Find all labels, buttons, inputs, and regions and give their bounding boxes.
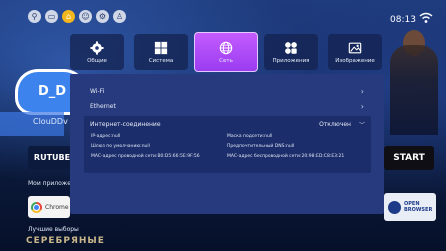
ip-address: IP-адрес:null: [91, 134, 121, 139]
tab-general-label: Общие: [87, 57, 107, 64]
clock: 08:13: [390, 15, 416, 25]
chevron-right-icon: ›: [360, 86, 364, 96]
internet-connection-status: Отключен: [319, 121, 351, 128]
poster-title: СЕРЕБРЯНЫЕ: [26, 236, 105, 246]
wifi-row[interactable]: Wi-Fi ›: [70, 84, 384, 98]
chevron-right-icon: ›: [360, 101, 364, 111]
tab-system[interactable]: Система: [134, 34, 188, 70]
wired-mac-address: MAC-адрес проводной сети:B0:D5:66:5E:9F:…: [91, 154, 200, 159]
chrome-label: Chrome: [45, 203, 69, 211]
cloud-logo-text: D_D: [38, 84, 67, 99]
background-person: [390, 45, 438, 135]
input-icon[interactable]: ▭: [45, 10, 58, 23]
tab-system-label: Система: [148, 57, 174, 64]
tab-apps[interactable]: Приложения: [264, 34, 318, 70]
windows-icon: [154, 41, 168, 54]
tab-image[interactable]: Изображение: [328, 34, 382, 70]
face-icon[interactable]: ☺: [79, 10, 92, 23]
search-icon[interactable]: ⚲: [28, 10, 41, 23]
open-browser-line2: BROWSER: [404, 207, 433, 213]
gear-icon: [90, 40, 104, 55]
ethernet-row[interactable]: Ethernet ›: [70, 99, 384, 113]
home-icon[interactable]: ⌂: [62, 10, 75, 23]
chrome-app-tile[interactable]: Chrome: [28, 196, 70, 218]
settings-icon[interactable]: ⚙: [96, 10, 109, 23]
tab-image-label: Изображение: [335, 57, 375, 64]
wifi-label: Wi-Fi: [90, 87, 105, 95]
cloud-banner-text: ClouDDv: [33, 117, 68, 126]
apps-icon: [285, 41, 297, 54]
chrome-icon: [31, 201, 42, 213]
subnet-mask: Маска подсети:null: [227, 134, 273, 139]
tab-network[interactable]: Сеть: [194, 32, 258, 72]
user-icon[interactable]: ♙: [113, 10, 126, 23]
open-browser-icon: [388, 200, 401, 214]
preferred-dns: Предпочтительный DNS:null: [227, 144, 295, 149]
status-icons: ⚲ ▭ ⌂ ☺ ⚙ ♙: [28, 10, 126, 23]
my-apps-heading: Мои приложен: [28, 180, 75, 187]
rutube-tile[interactable]: RUTUBE: [28, 146, 76, 170]
best-picks-heading: Лучшие выборы: [28, 226, 79, 233]
wireless-mac-address: MAC-адрес беспроводной сети:20:98:ED:C8:…: [227, 154, 345, 159]
tab-network-label: Сеть: [219, 57, 233, 64]
open-browser-label: OPEN BROWSER: [404, 201, 432, 213]
internet-connection-row[interactable]: Интернет-соединение Отключен ﹀: [90, 120, 365, 129]
tab-general[interactable]: Общие: [70, 34, 124, 70]
default-gateway: Шлюз по умолчанию:null: [91, 144, 150, 149]
ethernet-label: Ethernet: [90, 102, 116, 110]
internet-connection-label: Интернет-соединение: [90, 121, 161, 128]
internet-connection-section: Интернет-соединение Отключен ﹀ IP-адрес:…: [84, 116, 371, 173]
globe-icon: [219, 41, 233, 54]
chevron-down-icon: ﹀: [358, 122, 365, 129]
tab-apps-label: Приложения: [272, 57, 310, 64]
wifi-status-icon: [419, 12, 433, 23]
image-icon: [348, 42, 362, 53]
open-browser-tile[interactable]: OPEN BROWSER: [384, 193, 436, 221]
start-tile[interactable]: START: [384, 146, 434, 170]
